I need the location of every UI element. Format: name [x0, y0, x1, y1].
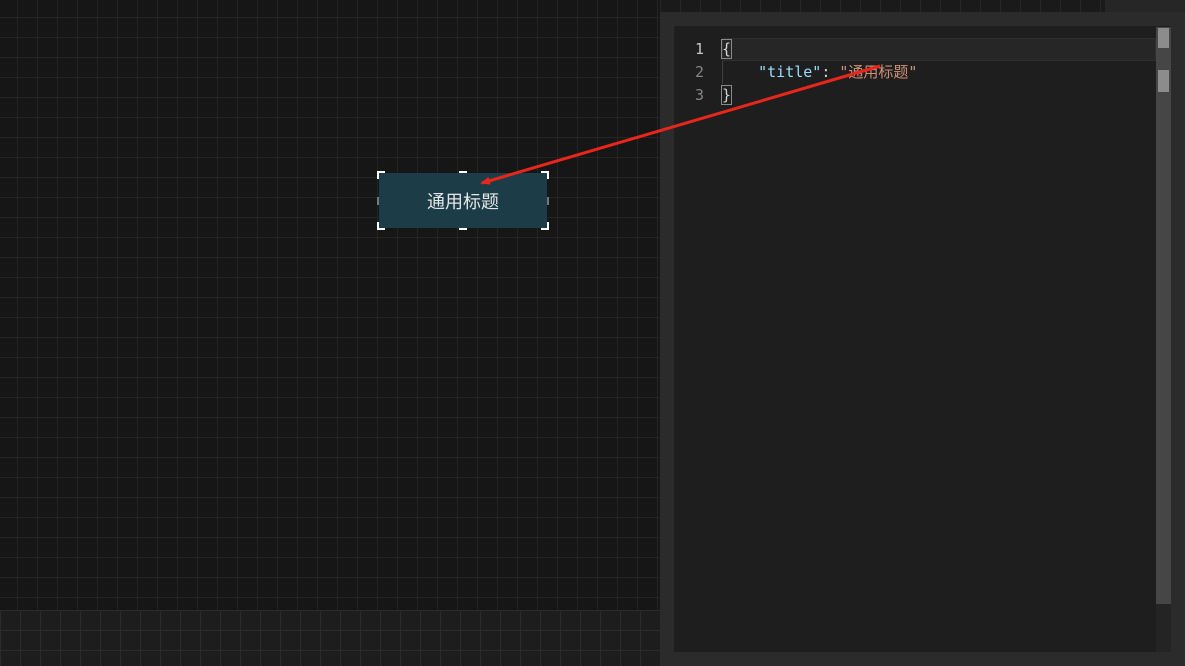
json-key: "title"	[758, 63, 822, 81]
code-area[interactable]: { "title": "通用标题" }	[720, 38, 1156, 107]
resize-handle-top[interactable]	[459, 171, 467, 173]
resize-handle-top-right[interactable]	[541, 171, 549, 179]
scrollbar-marker	[1158, 70, 1169, 92]
canvas-bottom-bar	[0, 610, 660, 666]
open-brace: {	[720, 39, 733, 59]
line-number: 2	[694, 63, 704, 81]
resize-handle-bottom-right[interactable]	[541, 222, 549, 230]
title-widget-label: 通用标题	[427, 191, 499, 213]
resize-handle-top-left[interactable]	[377, 171, 385, 179]
json-string-value: "通用标题"	[839, 63, 918, 81]
line-number-gutter: 1 2 3	[674, 38, 719, 107]
scrollbar-thumb[interactable]	[1158, 28, 1169, 48]
resize-handle-left[interactable]	[377, 197, 379, 205]
resize-handle-bottom[interactable]	[459, 228, 467, 230]
resize-handle-bottom-left[interactable]	[377, 222, 385, 230]
code-line-2[interactable]: "title": "通用标题"	[722, 61, 1156, 84]
json-colon: :	[821, 63, 840, 81]
line-number: 3	[694, 86, 704, 104]
code-line-1[interactable]: {	[720, 38, 1156, 61]
code-line-3[interactable]: }	[720, 84, 1156, 107]
close-brace: }	[720, 85, 733, 105]
vertical-scrollbar[interactable]	[1156, 27, 1171, 604]
line-number: 1	[694, 40, 704, 58]
design-canvas[interactable]	[0, 0, 660, 666]
title-widget[interactable]: 通用标题	[377, 171, 549, 230]
scrollbar-track-end	[1156, 604, 1171, 652]
json-editor-panel: 1 2 3 { "title": "通用标题" }	[660, 12, 1185, 666]
resize-handle-right[interactable]	[547, 197, 549, 205]
code-editor[interactable]: 1 2 3 { "title": "通用标题" }	[674, 26, 1171, 652]
panel-top-strip	[660, 0, 1185, 12]
